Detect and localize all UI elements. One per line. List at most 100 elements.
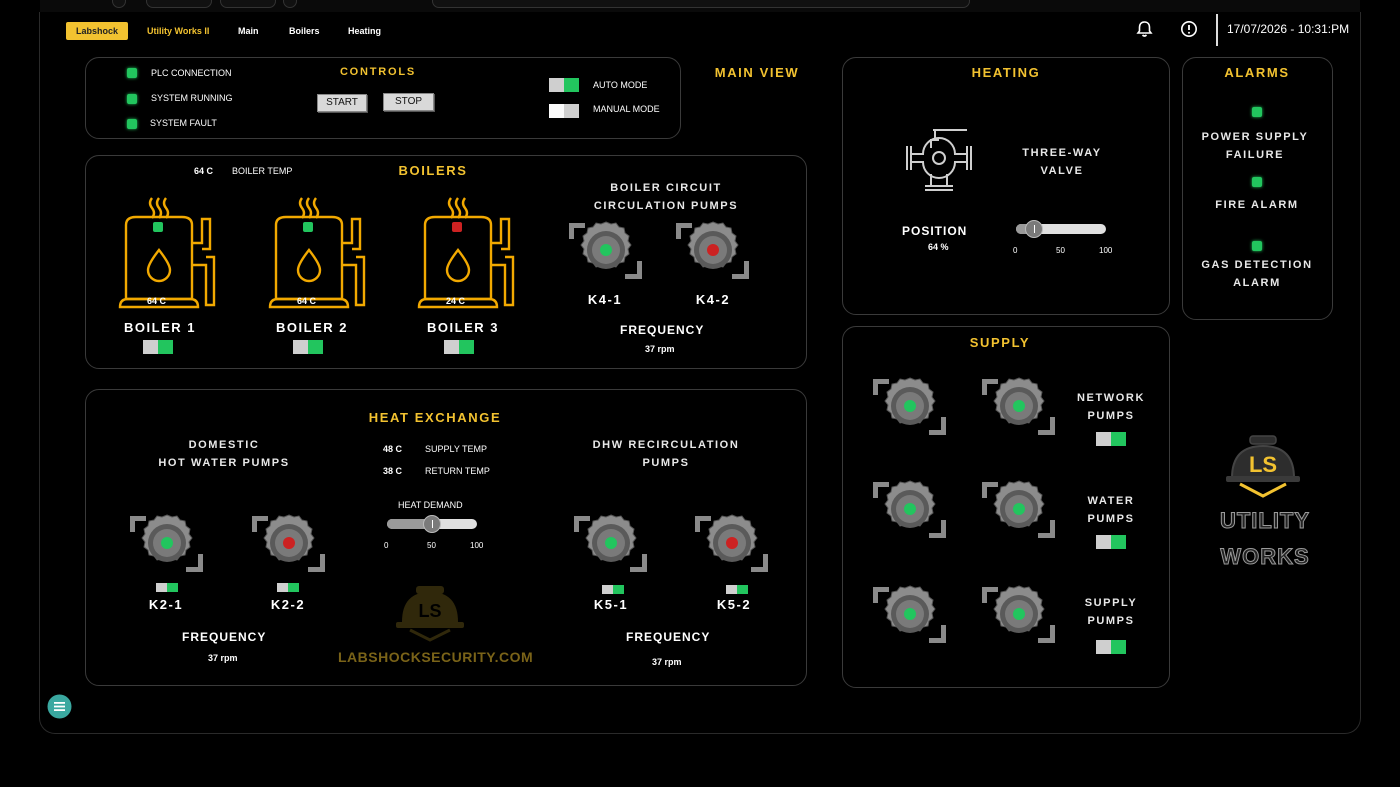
- pump-k4-1-label: K4-1: [587, 292, 623, 307]
- network-pumps-toggle[interactable]: [1096, 432, 1126, 446]
- auto-mode-toggle[interactable]: [549, 78, 579, 92]
- gas-detection-alarm-line2: ALARM: [1233, 277, 1281, 289]
- plc-connection-label: PLC CONNECTION: [151, 68, 232, 78]
- pump-k4-1-icon: [569, 221, 642, 279]
- menu-icon[interactable]: [47, 694, 72, 719]
- gas-detection-alarm-indicator: [1252, 241, 1262, 251]
- stop-button[interactable]: STOP: [383, 93, 434, 111]
- boiler-2-icon: [268, 197, 366, 309]
- tab-pill[interactable]: [146, 0, 212, 8]
- boiler-3-temp: 24 C: [446, 296, 466, 306]
- heat-demand-min: 0: [384, 541, 389, 550]
- pump-k5-1-label: K5-1: [593, 597, 629, 612]
- supply-pump-1-icon: [873, 585, 946, 643]
- tab-pill[interactable]: [220, 0, 276, 8]
- pump-k5-2-toggle[interactable]: [726, 585, 748, 594]
- heat-demand-slider-thumb[interactable]: [423, 515, 441, 533]
- main-view-title: MAIN VIEW: [714, 65, 800, 80]
- valve-position-mid: 50: [1056, 246, 1065, 255]
- utility-works-logo: LS: [1226, 435, 1300, 498]
- boiler-2-label: BOILER 2: [276, 320, 348, 335]
- tab-main[interactable]: Main: [238, 22, 259, 40]
- alarms-title: ALARMS: [1224, 65, 1290, 80]
- boiler-3-icon: [417, 197, 515, 309]
- system-fault-indicator: [127, 119, 137, 129]
- pump-k2-1-icon: [130, 514, 203, 572]
- return-temp-value: 38 C: [383, 466, 403, 476]
- power-supply-failure-line1: POWER SUPPLY: [1201, 131, 1309, 143]
- start-button[interactable]: START: [317, 94, 367, 112]
- boiler-2-toggle[interactable]: [293, 340, 323, 354]
- recirc-frequency-value: 37 rpm: [652, 657, 682, 667]
- recirc-title-line2: PUMPS: [642, 457, 690, 469]
- supply-pump-2-icon: [982, 585, 1055, 643]
- tab-utility-works-ii[interactable]: Utility Works II: [147, 22, 209, 40]
- boiler-circ-title-line1: BOILER CIRCUIT: [610, 182, 722, 194]
- three-way-valve-icon: [906, 129, 972, 191]
- fire-alarm-indicator: [1252, 177, 1262, 187]
- pump-k5-1-toggle[interactable]: [602, 585, 624, 594]
- datetime-display: 17/07/2026 - 10:31:PM: [1216, 14, 1349, 46]
- supply-temp-label: SUPPLY TEMP: [425, 444, 488, 454]
- tab-pill[interactable]: [283, 0, 297, 8]
- boiler-1-temp: 64 C: [147, 296, 167, 306]
- recirc-title-line1: DHW RECIRCULATION: [592, 439, 740, 451]
- pump-k4-2-icon: [676, 221, 749, 279]
- network-pumps-line1: NETWORK: [1076, 392, 1146, 404]
- power-supply-failure-line2: FAILURE: [1225, 149, 1285, 161]
- water-pumps-line1: WATER: [1087, 495, 1135, 507]
- dhw-title-line2: HOT WATER PUMPS: [158, 457, 290, 469]
- address-bar[interactable]: [432, 0, 970, 8]
- boiler-2-temp: 64 C: [297, 296, 317, 306]
- boiler-3-toggle[interactable]: [444, 340, 474, 354]
- manual-mode-label: MANUAL MODE: [593, 104, 660, 114]
- dhw-frequency-value: 37 rpm: [208, 653, 238, 663]
- boiler-1-toggle[interactable]: [143, 340, 173, 354]
- tab-heating[interactable]: Heating: [348, 22, 381, 40]
- supply-pumps-toggle[interactable]: [1096, 640, 1126, 654]
- brand-logo-text: LS: [1249, 452, 1277, 477]
- boiler-temp-value: 64 C: [194, 166, 214, 176]
- heat-demand-mid: 50: [427, 541, 436, 550]
- controls-title: CONTROLS: [339, 66, 417, 78]
- boilers-frequency-label: FREQUENCY: [620, 323, 705, 337]
- alert-circle-icon[interactable]: [1180, 20, 1198, 38]
- boilers-title: BOILERS: [398, 163, 468, 178]
- tab-labshock[interactable]: Labshock: [66, 22, 129, 40]
- tab-pill[interactable]: [112, 0, 126, 8]
- three-way-valve-line1: THREE-WAY: [1022, 147, 1102, 159]
- pump-k5-2-label: K5-2: [716, 597, 752, 612]
- heating-panel: [842, 57, 1170, 315]
- system-fault-label: SYSTEM FAULT: [150, 118, 217, 128]
- pump-k5-1-icon: [574, 514, 647, 572]
- power-supply-failure-indicator: [1252, 107, 1262, 117]
- labshock-watermark-logo: LS: [396, 586, 464, 642]
- supply-pumps-line2: PUMPS: [1087, 615, 1135, 627]
- gas-detection-alarm-line1: GAS DETECTION: [1201, 259, 1313, 271]
- boiler-temp-label: BOILER TEMP: [232, 166, 293, 176]
- water-pump-2-icon: [982, 480, 1055, 538]
- brand-line1: UTILITY: [1219, 508, 1311, 534]
- tab-boilers[interactable]: Boilers: [289, 22, 320, 40]
- watermark-logo-text: LS: [418, 601, 441, 621]
- valve-position-value: 64 %: [928, 242, 949, 252]
- heating-title: HEATING: [971, 65, 1041, 80]
- plc-connection-indicator: [127, 68, 137, 78]
- valve-position-slider-thumb[interactable]: [1025, 220, 1043, 238]
- pump-k2-2-label: K2-2: [270, 597, 306, 612]
- heat-exchange-title: HEAT EXCHANGE: [368, 410, 502, 425]
- supply-temp-value: 48 C: [383, 444, 403, 454]
- heat-demand-label: HEAT DEMAND: [398, 500, 463, 510]
- system-running-indicator: [127, 94, 137, 104]
- manual-mode-toggle[interactable]: [549, 104, 579, 118]
- valve-position-min: 0: [1013, 246, 1018, 255]
- dhw-frequency-label: FREQUENCY: [182, 630, 267, 644]
- boilers-frequency-value: 37 rpm: [645, 344, 675, 354]
- pump-k2-2-icon: [252, 514, 325, 572]
- bell-icon[interactable]: [1136, 20, 1153, 38]
- fire-alarm-label: FIRE ALARM: [1215, 199, 1299, 211]
- water-pumps-toggle[interactable]: [1096, 535, 1126, 549]
- recirc-frequency-label: FREQUENCY: [626, 630, 711, 644]
- pump-k2-2-toggle[interactable]: [277, 583, 299, 592]
- pump-k2-1-toggle[interactable]: [156, 583, 178, 592]
